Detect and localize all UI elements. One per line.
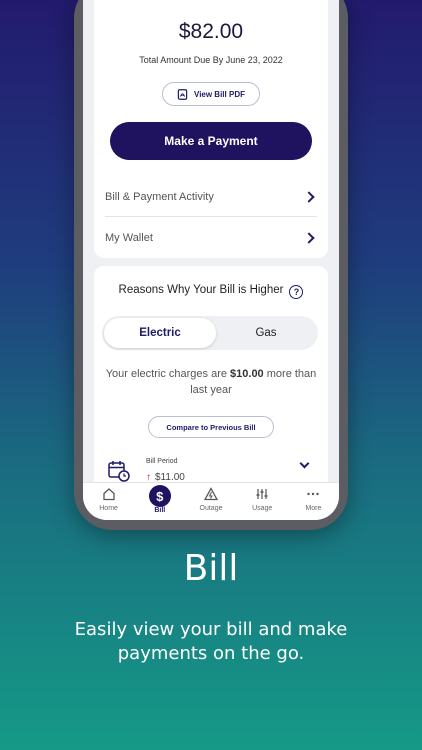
outage-icon — [204, 487, 218, 501]
compare-previous-bill-button[interactable]: Compare to Previous Bill — [148, 416, 274, 438]
usage-icon — [256, 489, 268, 499]
bill-summary-card: $82.00 Total Amount Due By June 23, 2022… — [94, 0, 328, 258]
help-icon[interactable]: ? — [289, 285, 304, 299]
charges-comparison-text: Your electric charges are $10.00 more th… — [102, 366, 320, 398]
row-label: My Wallet — [105, 232, 153, 244]
home-icon — [102, 488, 115, 501]
my-wallet-row[interactable]: My Wallet — [105, 218, 317, 258]
due-date-text: Total Amount Due By June 23, 2022 — [139, 55, 283, 65]
tab-outage[interactable]: Outage — [185, 483, 236, 520]
phone-screen: $82.00 Total Amount Due By June 23, 2022… — [83, 0, 339, 520]
tab-label: Home — [99, 505, 118, 512]
bill-period-label: Bill Period — [146, 458, 178, 465]
tab-more[interactable]: More — [288, 483, 339, 520]
make-payment-button[interactable]: Make a Payment — [110, 122, 312, 160]
comparison-text-start: Your electric charges are — [105, 368, 231, 380]
tab-label: More — [305, 505, 322, 512]
view-bill-pdf-label: View Bill PDF — [194, 89, 245, 99]
reasons-card: Reasons Why Your Bill is Higher? Electri… — [94, 266, 328, 496]
comparison-amount: $10.00 — [230, 368, 264, 380]
pdf-icon — [177, 88, 188, 100]
energy-type-toggle: Electric Gas — [102, 316, 318, 350]
view-bill-pdf-button[interactable]: View Bill PDF — [162, 82, 260, 106]
tab-gas[interactable]: Gas — [216, 318, 316, 348]
tab-label: Bill — [154, 507, 166, 514]
tab-usage[interactable]: Usage — [237, 483, 288, 520]
chevron-down-icon[interactable] — [299, 458, 310, 469]
promo-heading: Bill — [183, 548, 239, 589]
calendar-clock-icon — [108, 461, 130, 482]
reasons-title: Reasons Why Your Bill is Higher — [118, 284, 284, 296]
bill-payment-activity-row[interactable]: Bill & Payment Activity — [105, 177, 317, 217]
tab-label: Outage — [199, 505, 223, 512]
tab-electric[interactable]: Electric — [104, 318, 216, 348]
row-label: Bill & Payment Activity — [105, 190, 214, 203]
reasons-title-row: Reasons Why Your Bill is Higher? — [94, 284, 328, 299]
amount-due: $82.00 — [178, 20, 244, 43]
tab-bill[interactable]: $ Bill — [134, 483, 185, 520]
more-icon — [307, 492, 320, 496]
dollar-icon: $ — [148, 485, 171, 507]
tab-home[interactable]: Home — [83, 483, 134, 520]
chevron-right-icon — [303, 190, 315, 203]
bottom-tab-bar: Home $ Bill Outage Usage More — [83, 482, 339, 520]
tab-label: Usage — [252, 505, 273, 512]
chevron-right-icon — [303, 232, 315, 244]
promo-subtitle: Easily view your bill and make payments … — [74, 619, 348, 664]
